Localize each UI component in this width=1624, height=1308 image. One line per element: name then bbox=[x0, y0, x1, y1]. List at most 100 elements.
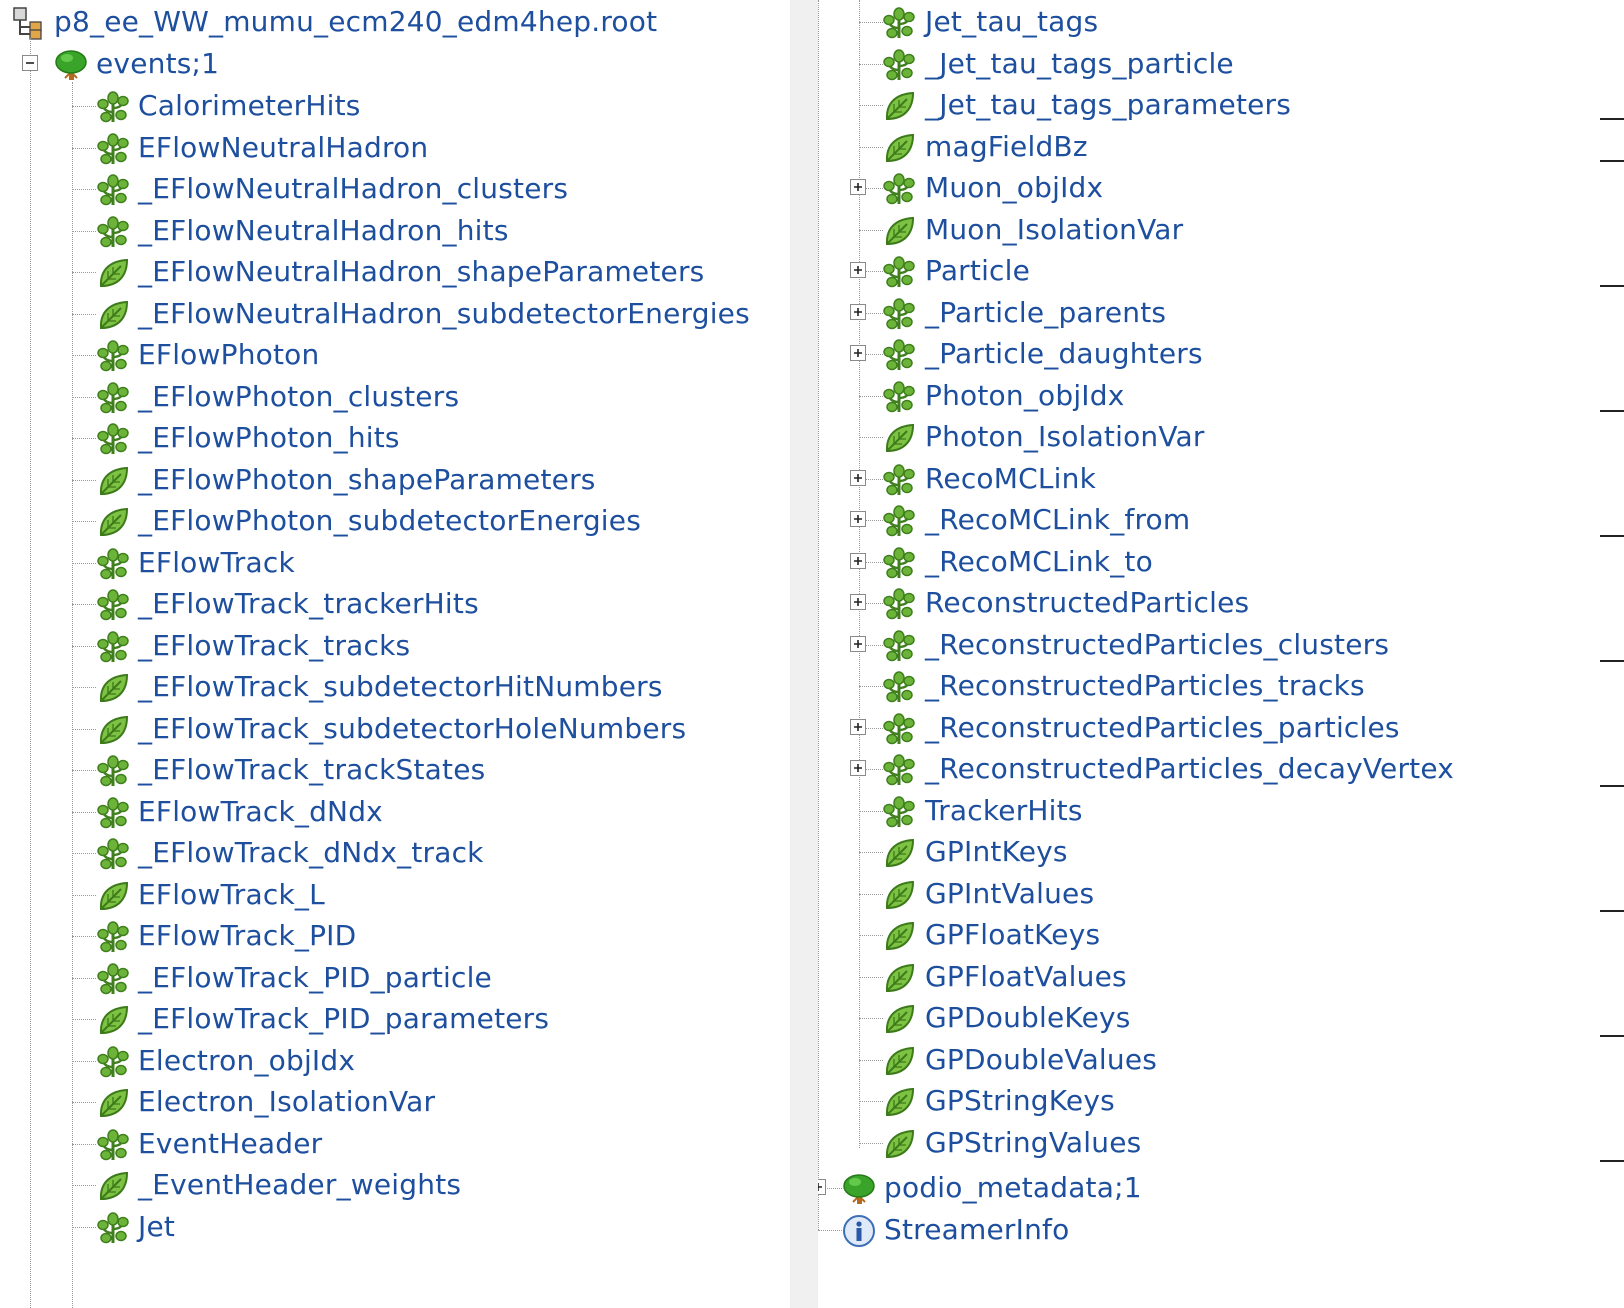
branch-label[interactable]: EFlowTrack bbox=[138, 543, 295, 583]
branch-photon-objidx[interactable]: Photon_objIdx bbox=[818, 376, 1624, 416]
branch-label[interactable]: _Jet_tau_tags_particle bbox=[925, 44, 1234, 84]
expand-toggle-icon[interactable] bbox=[850, 303, 866, 320]
branch-label[interactable]: EFlowPhoton bbox=[138, 335, 319, 375]
branch-gpstringvalues[interactable]: GPStringValues bbox=[818, 1123, 1624, 1163]
root-file-name[interactable]: p8_ee_WW_mumu_ecm240_edm4hep.root bbox=[54, 2, 657, 42]
branch-label[interactable]: EFlowTrack_dNdx bbox=[138, 792, 383, 832]
branch-label[interactable]: _EFlowTrack_PID_parameters bbox=[138, 999, 549, 1039]
branch-label[interactable]: Muon_objIdx bbox=[925, 168, 1103, 208]
branch-label[interactable]: CalorimeterHits bbox=[138, 86, 361, 126]
branch-magfieldbz[interactable]: magFieldBz bbox=[818, 127, 1624, 167]
branch-jet-tau-tags[interactable]: Jet_tau_tags bbox=[818, 2, 1624, 42]
branch-label[interactable]: _EFlowNeutralHadron_clusters bbox=[138, 169, 568, 209]
expand-toggle-icon[interactable] bbox=[850, 635, 866, 652]
branch-label[interactable]: Jet_tau_tags bbox=[925, 2, 1098, 42]
branch-label[interactable]: _EFlowNeutralHadron_shapeParameters bbox=[138, 252, 704, 292]
root-item-label[interactable]: podio_metadata;1 bbox=[884, 1168, 1142, 1208]
expand-toggle-icon[interactable] bbox=[850, 262, 866, 278]
branch-eflowneutralhadron-clusters[interactable]: _EFlowNeutralHadron_clusters bbox=[0, 169, 790, 209]
branch-gpdoublevalues[interactable]: GPDoubleValues bbox=[818, 1040, 1624, 1080]
branch-label[interactable]: GPIntKeys bbox=[925, 832, 1068, 872]
branch-label[interactable]: _EFlowTrack_subdetectorHitNumbers bbox=[138, 667, 663, 707]
expand-toggle-icon[interactable] bbox=[850, 345, 866, 361]
branch-jet[interactable]: Jet bbox=[0, 1207, 790, 1247]
branch-label[interactable]: _EFlowTrack_dNdx_track bbox=[138, 833, 484, 873]
branch-gpfloatkeys[interactable]: GPFloatKeys bbox=[818, 915, 1624, 955]
branch-label[interactable]: _EventHeader_weights bbox=[138, 1165, 461, 1205]
branch-label[interactable]: _Jet_tau_tags_parameters bbox=[925, 85, 1291, 125]
expand-toggle-icon[interactable] bbox=[850, 179, 866, 195]
branch-label[interactable]: GPIntValues bbox=[925, 874, 1094, 914]
branch-eflowphoton-shapeparameters[interactable]: _EFlowPhoton_shapeParameters bbox=[0, 460, 790, 500]
expand-toggle-icon[interactable] bbox=[850, 760, 866, 776]
branch-label[interactable]: _EFlowNeutralHadron_subdetectorEnergies bbox=[138, 294, 750, 334]
branch-calorimeterhits[interactable]: CalorimeterHits bbox=[0, 86, 790, 126]
branch-gpstringkeys[interactable]: GPStringKeys bbox=[818, 1081, 1624, 1121]
branch-muon-objidx[interactable]: Muon_objIdx bbox=[818, 168, 1624, 208]
branch-label[interactable]: Particle bbox=[925, 251, 1030, 291]
branch-label[interactable]: Electron_IsolationVar bbox=[138, 1082, 435, 1122]
branch-reconstructedparticles-clusters[interactable]: _ReconstructedParticles_clusters bbox=[818, 625, 1624, 665]
branch-label[interactable]: Electron_objIdx bbox=[138, 1041, 355, 1081]
branch-eflowphoton-hits[interactable]: _EFlowPhoton_hits bbox=[0, 418, 790, 458]
branch-label[interactable]: GPFloatValues bbox=[925, 957, 1127, 997]
branch-eflowphoton-subdetectorenergies[interactable]: _EFlowPhoton_subdetectorEnergies bbox=[0, 501, 790, 541]
branch-label[interactable]: Photon_objIdx bbox=[925, 376, 1125, 416]
branch-electron-isolationvar[interactable]: Electron_IsolationVar bbox=[0, 1082, 790, 1122]
branch-label[interactable]: _ReconstructedParticles_tracks bbox=[925, 666, 1365, 706]
branch-particle[interactable]: Particle bbox=[818, 251, 1624, 291]
branch-trackerhits[interactable]: TrackerHits bbox=[818, 791, 1624, 831]
branch-photon-isolationvar[interactable]: Photon_IsolationVar bbox=[818, 417, 1624, 457]
root-item-podio-metadata-1[interactable]: podio_metadata;1 bbox=[818, 1168, 1624, 1208]
expand-toggle-icon[interactable] bbox=[850, 511, 866, 527]
branch-gpdoublekeys[interactable]: GPDoubleKeys bbox=[818, 998, 1624, 1038]
branch-particle-parents[interactable]: _Particle_parents bbox=[818, 293, 1624, 333]
branch-eflowneutralhadron-shapeparameters[interactable]: _EFlowNeutralHadron_shapeParameters bbox=[0, 252, 790, 292]
branch-eflowneutralhadron-subdetectorenergies[interactable]: _EFlowNeutralHadron_subdetectorEnergies bbox=[0, 294, 790, 334]
branch-eflowtrack-subdetectorholenumbers[interactable]: _EFlowTrack_subdetectorHoleNumbers bbox=[0, 709, 790, 749]
branch-label[interactable]: GPDoubleValues bbox=[925, 1040, 1157, 1080]
branch-label[interactable]: _EFlowPhoton_subdetectorEnergies bbox=[138, 501, 641, 541]
branch-eventheader[interactable]: EventHeader bbox=[0, 1124, 790, 1164]
branch-label[interactable]: _EFlowTrack_tracks bbox=[138, 626, 410, 666]
branch-eflowtrack-pid[interactable]: EFlowTrack_PID bbox=[0, 916, 790, 956]
branch-label[interactable]: _EFlowPhoton_clusters bbox=[138, 377, 459, 417]
branch-electron-objidx[interactable]: Electron_objIdx bbox=[0, 1041, 790, 1081]
branch-label[interactable]: RecoMCLink bbox=[925, 459, 1096, 499]
expand-toggle-icon[interactable] bbox=[818, 1179, 826, 1195]
branch-label[interactable]: Jet bbox=[138, 1207, 175, 1247]
branch-label[interactable]: EFlowTrack_PID bbox=[138, 916, 356, 956]
branch-label[interactable]: EFlowTrack_L bbox=[138, 875, 325, 915]
branch-reconstructedparticles[interactable]: ReconstructedParticles bbox=[818, 583, 1624, 623]
branch-eflowtrack[interactable]: EFlowTrack bbox=[0, 543, 790, 583]
branch-eflowtrack-pid-parameters[interactable]: _EFlowTrack_PID_parameters bbox=[0, 999, 790, 1039]
branch-label[interactable]: GPFloatKeys bbox=[925, 915, 1100, 955]
branch-eflowneutralhadron-hits[interactable]: _EFlowNeutralHadron_hits bbox=[0, 211, 790, 251]
expand-toggle-icon[interactable] bbox=[850, 718, 866, 735]
branch-recomclink-from[interactable]: _RecoMCLink_from bbox=[818, 500, 1624, 540]
branch-label[interactable]: _ReconstructedParticles_clusters bbox=[925, 625, 1389, 665]
branch-eflowtrack-tracks[interactable]: _EFlowTrack_tracks bbox=[0, 626, 790, 666]
branch-eflowtrack-dndx-track[interactable]: _EFlowTrack_dNdx_track bbox=[0, 833, 790, 873]
branch-label[interactable]: _RecoMCLink_from bbox=[925, 500, 1190, 540]
branch-label[interactable]: _Particle_daughters bbox=[925, 334, 1203, 374]
branch-label[interactable]: _EFlowNeutralHadron_hits bbox=[138, 211, 509, 251]
branch-eflowtrack-pid-particle[interactable]: _EFlowTrack_PID_particle bbox=[0, 958, 790, 998]
tree-node-events[interactable]: events;1 bbox=[0, 44, 790, 84]
branch-reconstructedparticles-particles[interactable]: _ReconstructedParticles_particles bbox=[818, 708, 1624, 748]
branch-label[interactable]: GPStringValues bbox=[925, 1123, 1141, 1163]
branch-particle-daughters[interactable]: _Particle_daughters bbox=[818, 334, 1624, 374]
tree-node-label[interactable]: events;1 bbox=[96, 44, 219, 84]
root-item-streamerinfo[interactable]: StreamerInfo bbox=[818, 1210, 1624, 1250]
branch-eflowphoton-clusters[interactable]: _EFlowPhoton_clusters bbox=[0, 377, 790, 417]
branch-label[interactable]: GPDoubleKeys bbox=[925, 998, 1131, 1038]
branch-gpfloatvalues[interactable]: GPFloatValues bbox=[818, 957, 1624, 997]
expand-toggle-icon[interactable] bbox=[850, 594, 866, 610]
collapse-toggle-icon[interactable] bbox=[22, 55, 38, 71]
branch-label[interactable]: magFieldBz bbox=[925, 127, 1088, 167]
branch-label[interactable]: EventHeader bbox=[138, 1124, 322, 1164]
root-item-label[interactable]: StreamerInfo bbox=[884, 1210, 1069, 1250]
branch-eflowtrack-dndx[interactable]: EFlowTrack_dNdx bbox=[0, 792, 790, 832]
branch-eflowtrack-trackerhits[interactable]: _EFlowTrack_trackerHits bbox=[0, 584, 790, 624]
branch-eflowtrack-trackstates[interactable]: _EFlowTrack_trackStates bbox=[0, 750, 790, 790]
